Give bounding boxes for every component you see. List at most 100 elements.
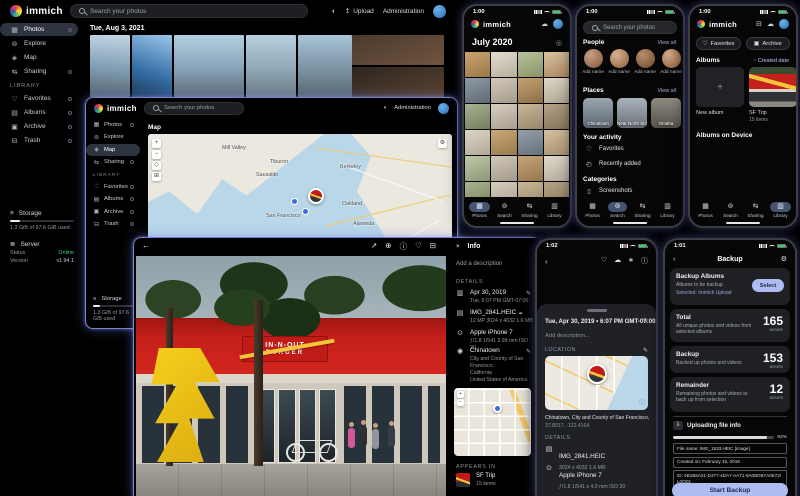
photo-thumbnail[interactable]: [543, 78, 569, 103]
sidebar-item[interactable]: ♡ Favorites: [86, 181, 140, 193]
trash-icon[interactable]: ⊟: [756, 20, 762, 28]
photo-thumbnail[interactable]: [465, 104, 491, 129]
photo-thumbnail[interactable]: [465, 156, 491, 181]
location-minimap[interactable]: + −: [454, 388, 531, 456]
zoom-out-button[interactable]: −: [457, 399, 464, 406]
upload-cloud-icon[interactable]: ☁: [614, 256, 621, 266]
nav-item[interactable]: ▥ Library: [768, 200, 793, 219]
nav-item[interactable]: ⊚ Search: [718, 200, 743, 219]
photo-thumbnail[interactable]: [352, 35, 444, 65]
photo-thumbnail[interactable]: [465, 78, 491, 103]
person[interactable]: Add name: [634, 49, 656, 75]
person[interactable]: Add name: [582, 49, 604, 75]
close-icon[interactable]: ×: [456, 244, 460, 250]
info-icon[interactable]: ⓘ: [641, 256, 648, 266]
zoom-out-button[interactable]: −: [152, 150, 161, 159]
sidebar-item[interactable]: ⇆ Sharing: [0, 65, 78, 78]
add-name-label[interactable]: Add name: [582, 70, 604, 75]
chip-button[interactable]: ♡ Favorites: [696, 37, 741, 50]
immich-logo[interactable]: immich: [94, 103, 137, 113]
sidebar-item[interactable]: ▤ Albums: [86, 194, 140, 206]
zoom-icon[interactable]: ⊕: [385, 241, 391, 252]
photo-thumbnail[interactable]: [491, 52, 517, 77]
category-row[interactable]: ▯ Screenshots: [585, 187, 632, 195]
place-tile[interactable]: Chinatown: [583, 98, 613, 128]
activity-row[interactable]: ♡ Favorites: [585, 145, 624, 153]
photo-thumbnail[interactable]: [491, 156, 517, 181]
map-cluster-marker[interactable]: [291, 198, 298, 205]
photo-thumbnail[interactable]: [174, 35, 244, 97]
nav-item[interactable]: ▥ Library: [542, 200, 567, 219]
theme-toggle-icon[interactable]: ◐: [332, 8, 336, 15]
photo-thumbnail[interactable]: [491, 130, 517, 155]
nav-item[interactable]: ▦ Photos: [467, 200, 492, 219]
album-row[interactable]: SF Trip 15 items: [456, 473, 496, 487]
backup-cloud-icon[interactable]: ☁: [541, 20, 548, 28]
sidebar-item[interactable]: ▦ Photos: [0, 23, 78, 36]
avatar[interactable]: [438, 102, 449, 114]
select-button[interactable]: Select: [752, 279, 784, 292]
map-photo-marker[interactable]: [308, 188, 324, 204]
immich-logo[interactable]: immich: [10, 5, 63, 17]
photo-thumbnail[interactable]: [543, 130, 569, 155]
add-name-label[interactable]: Add name: [608, 70, 630, 75]
search-input[interactable]: Search your photos: [583, 21, 677, 34]
edit-date-icon[interactable]: ✎: [643, 318, 648, 325]
avatar[interactable]: [433, 4, 446, 18]
favorite-icon[interactable]: ♡: [601, 256, 607, 266]
photo-innout-storefront[interactable]: IN-N-OUT BURGER: [136, 256, 446, 496]
photo-thumbnail[interactable]: [132, 35, 172, 97]
sidebar-item[interactable]: ⊟ Trash: [0, 134, 78, 147]
sidebar-item[interactable]: ▣ Archive: [0, 120, 78, 133]
photo-thumbnail[interactable]: [465, 52, 491, 77]
star-icon[interactable]: ∗: [628, 256, 634, 266]
photo-thumbnail[interactable]: [517, 182, 543, 197]
map-info-icon[interactable]: ⓘ: [639, 398, 645, 407]
photo-thumbnail[interactable]: [465, 182, 491, 197]
location-map[interactable]: ⓘ: [545, 356, 648, 410]
photo-thumbnail[interactable]: [90, 35, 130, 97]
edit-location-icon[interactable]: ✎: [643, 347, 648, 354]
description-input[interactable]: Add description...: [545, 333, 590, 339]
info-icon[interactable]: ⓘ: [400, 241, 408, 252]
sidebar-item[interactable]: ▤ Albums: [0, 106, 78, 119]
add-name-label[interactable]: Add name: [634, 70, 656, 75]
drag-handle[interactable]: [586, 309, 607, 312]
compass-button[interactable]: ◇: [152, 161, 161, 170]
administration-button[interactable]: Administration: [394, 105, 431, 111]
photo-thumbnail[interactable]: [298, 35, 352, 97]
avatar[interactable]: [779, 19, 789, 29]
photo-thumbnail[interactable]: [543, 156, 569, 181]
places-view-all[interactable]: View all: [658, 88, 676, 94]
share-icon[interactable]: ↗: [371, 241, 377, 252]
nav-item[interactable]: ▥ Library: [655, 200, 680, 219]
new-album-card[interactable]: +: [696, 67, 744, 107]
photo-thumbnail[interactable]: [246, 35, 296, 97]
edit-location-icon[interactable]: ✎: [526, 348, 531, 355]
photo-thumbnail[interactable]: [517, 52, 543, 77]
sidebar-item[interactable]: ▣ Archive: [86, 206, 140, 218]
back-button[interactable]: ←: [142, 241, 150, 250]
photo-thumbnail[interactable]: [543, 52, 569, 77]
place-tile[interactable]: Omaha: [651, 98, 681, 128]
zoom-in-button[interactable]: +: [457, 391, 464, 398]
sidebar-item[interactable]: ⊟ Trash: [86, 219, 140, 231]
delete-icon[interactable]: ⊟: [430, 241, 436, 252]
avatar[interactable]: [553, 19, 563, 29]
map-settings-button[interactable]: ⚙: [438, 139, 447, 148]
sidebar-item[interactable]: ◈ Map: [86, 144, 140, 156]
photo-thumbnail[interactable]: [543, 182, 569, 197]
search-input[interactable]: Search your photos: [70, 4, 308, 18]
favorite-icon[interactable]: ♡: [415, 241, 422, 252]
fullscreen-button[interactable]: ⊞: [152, 172, 161, 181]
nav-item[interactable]: ▦ Photos: [693, 200, 718, 219]
sidebar-item[interactable]: ♡ Favorites: [0, 92, 78, 105]
person[interactable]: Add name: [608, 49, 630, 75]
sidebar-item[interactable]: ▦ Photos: [86, 119, 140, 131]
photo-thumbnail[interactable]: [465, 130, 491, 155]
sidebar-item[interactable]: ◈ Map: [0, 51, 78, 64]
start-backup-button[interactable]: Start Backup: [672, 483, 788, 496]
back-button[interactable]: ‹: [545, 257, 548, 266]
photo-thumbnail[interactable]: [517, 78, 543, 103]
nav-item[interactable]: ⊚ Search: [492, 200, 517, 219]
